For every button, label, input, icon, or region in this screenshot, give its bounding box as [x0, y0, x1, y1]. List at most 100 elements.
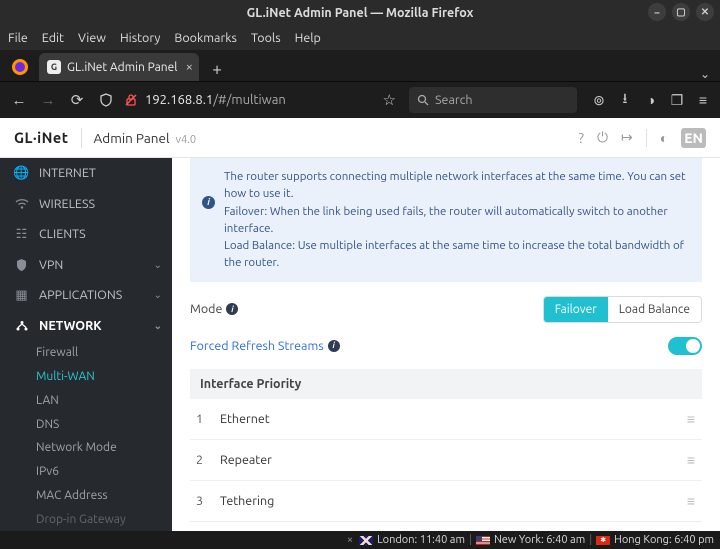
- url-display[interactable]: 192.168.8.1/#/multiwan: [145, 93, 286, 107]
- menu-edit[interactable]: Edit: [42, 31, 64, 45]
- tabs-dropdown-button[interactable]: ⌄: [700, 67, 710, 81]
- close-tab-button[interactable]: ×: [186, 60, 193, 74]
- sidebar-sub-firewall[interactable]: Firewall: [0, 341, 172, 365]
- globe-icon: 🌐: [14, 166, 29, 181]
- help-icon[interactable]: ?: [578, 130, 583, 146]
- interface-row[interactable]: 1 Ethernet ≡: [190, 399, 702, 440]
- menu-help[interactable]: Help: [295, 31, 321, 45]
- menu-file[interactable]: File: [8, 31, 28, 45]
- shield-icon: [14, 258, 29, 272]
- menu-history[interactable]: History: [120, 31, 160, 45]
- minimize-button[interactable]: –: [648, 3, 666, 21]
- firefox-icon: [6, 53, 34, 81]
- mode-row: Mode i Failover Load Balance: [190, 296, 702, 323]
- info-icon: i: [202, 196, 215, 209]
- sidebar-sub-lan[interactable]: LAN: [0, 389, 172, 413]
- shield-icon[interactable]: [95, 89, 117, 111]
- downloads-button[interactable]: ⭳: [616, 91, 634, 109]
- refresh-label: Forced Refresh Streams: [190, 339, 324, 353]
- sidebar-sub-multiwan[interactable]: Multi-WAN: [0, 365, 172, 389]
- hk-flag-icon: [596, 536, 610, 545]
- close-window-button[interactable]: ✕: [696, 3, 714, 21]
- back-button[interactable]: ←: [8, 89, 30, 111]
- interface-name: Repeater: [220, 453, 272, 467]
- toolbar: ← → ⟳ 192.168.8.1/#/multiwan ☆ Search ⊚ …: [0, 82, 720, 118]
- wifi-icon: [14, 198, 29, 210]
- apps-icon: ▦: [14, 288, 29, 303]
- save-to-pocket-button[interactable]: ⊚: [590, 91, 608, 109]
- browser-tab[interactable]: G GL.iNet Admin Panel ×: [39, 53, 199, 81]
- sidebar-sub-ipv6[interactable]: IPv6: [0, 460, 172, 484]
- priority-index: 2: [196, 453, 220, 467]
- interface-row[interactable]: 2 Repeater ≡: [190, 440, 702, 481]
- extensions-button[interactable]: ❐: [668, 91, 686, 109]
- priority-index: 3: [196, 494, 220, 508]
- window-title: GL.iNet Admin Panel — Mozilla Firefox: [247, 6, 474, 20]
- info-line: Load Balance: Use multiple interfaces at…: [224, 237, 688, 272]
- language-button[interactable]: EN: [681, 128, 706, 148]
- theme-icon[interactable]: ◐: [660, 130, 668, 146]
- sidebar-item-applications[interactable]: ▦ APPLICATIONS ⌄: [0, 280, 172, 311]
- refresh-toggle[interactable]: [668, 337, 702, 355]
- menu-bookmarks[interactable]: Bookmarks: [174, 31, 237, 45]
- sidebar-sub-networkmode[interactable]: Network Mode: [0, 436, 172, 460]
- mode-segmented: Failover Load Balance: [543, 296, 702, 323]
- chevron-down-icon: ⌄: [154, 320, 162, 332]
- sidebar-sub-dns[interactable]: DNS: [0, 412, 172, 436]
- clock-entry: New York: 6:40 am: [494, 534, 585, 546]
- interface-name: Tethering: [220, 494, 274, 508]
- sidebar-item-vpn[interactable]: VPN ⌄: [0, 250, 172, 281]
- version-label: v4.0: [176, 134, 196, 146]
- sidebar-item-network[interactable]: NETWORK ⌄: [0, 311, 172, 342]
- clock-entry: London: 11:40 am: [377, 534, 465, 546]
- uk-flag-icon: [359, 536, 373, 545]
- mode-label: Mode: [190, 302, 222, 316]
- statusbar-clocks: × London: 11:40 am | New York: 6:40 am |…: [0, 531, 720, 549]
- menu-tools[interactable]: Tools: [251, 31, 281, 45]
- us-flag-icon: [476, 536, 490, 545]
- app-menu-button[interactable]: ≡: [694, 91, 712, 109]
- sidebar-sub-dropin[interactable]: Drop-in Gateway: [0, 507, 172, 531]
- maximize-button[interactable]: ▢: [672, 3, 690, 21]
- admin-header: GL·iNet Admin Panel v4.0 ? ⏻ ↦ ◐ EN: [0, 118, 720, 158]
- sidebar-item-internet[interactable]: 🌐 INTERNET: [0, 158, 172, 189]
- sidebar-item-wireless[interactable]: WIRELESS: [0, 189, 172, 220]
- forward-button[interactable]: →: [37, 89, 59, 111]
- menu-view[interactable]: View: [78, 31, 106, 45]
- interface-row[interactable]: 4 Cellular ≡: [190, 522, 702, 532]
- url-path: /#/multiwan: [213, 93, 286, 107]
- info-line: The router supports connecting multiple …: [224, 168, 688, 203]
- clock-entry: Hong Kong: 6:40 pm: [614, 534, 714, 546]
- clocks-close-icon[interactable]: ×: [347, 534, 353, 546]
- url-host: 192.168.8.1: [145, 93, 213, 107]
- account-button[interactable]: ◑: [642, 91, 660, 109]
- drag-handle-icon[interactable]: ≡: [687, 452, 696, 468]
- sidebar-item-clients[interactable]: ☷ CLIENTS: [0, 219, 172, 250]
- interface-name: Ethernet: [220, 412, 270, 426]
- reload-button[interactable]: ⟳: [66, 89, 88, 111]
- info-icon[interactable]: i: [226, 303, 238, 315]
- tab-title: GL.iNet Admin Panel: [67, 61, 177, 74]
- info-icon[interactable]: i: [328, 340, 340, 352]
- window-titlebar: GL.iNet Admin Panel — Mozilla Firefox – …: [0, 0, 720, 26]
- priority-header: Interface Priority: [190, 369, 702, 399]
- panel-title: Admin Panel v4.0: [94, 130, 197, 146]
- search-box[interactable]: Search: [409, 87, 577, 113]
- interface-row[interactable]: 3 Tethering ≡: [190, 481, 702, 522]
- logout-icon[interactable]: ↦: [621, 129, 633, 146]
- new-tab-button[interactable]: +: [205, 57, 229, 81]
- drag-handle-icon[interactable]: ≡: [687, 493, 696, 509]
- mode-failover-button[interactable]: Failover: [544, 297, 608, 322]
- separator: [646, 129, 647, 147]
- refresh-row: Forced Refresh Streams i: [190, 337, 702, 355]
- drag-handle-icon[interactable]: ≡: [687, 411, 696, 427]
- divider: [81, 128, 82, 148]
- search-icon: [417, 94, 429, 106]
- bookmark-star-button[interactable]: ☆: [383, 91, 396, 109]
- sidebar-sub-macaddress[interactable]: MAC Address: [0, 484, 172, 508]
- mode-loadbalance-button[interactable]: Load Balance: [608, 297, 701, 322]
- power-icon[interactable]: ⏻: [597, 129, 608, 146]
- insecure-lock-icon[interactable]: [124, 93, 138, 107]
- clients-icon: ☷: [14, 227, 29, 242]
- main-panel: i The router supports connecting multipl…: [172, 158, 720, 531]
